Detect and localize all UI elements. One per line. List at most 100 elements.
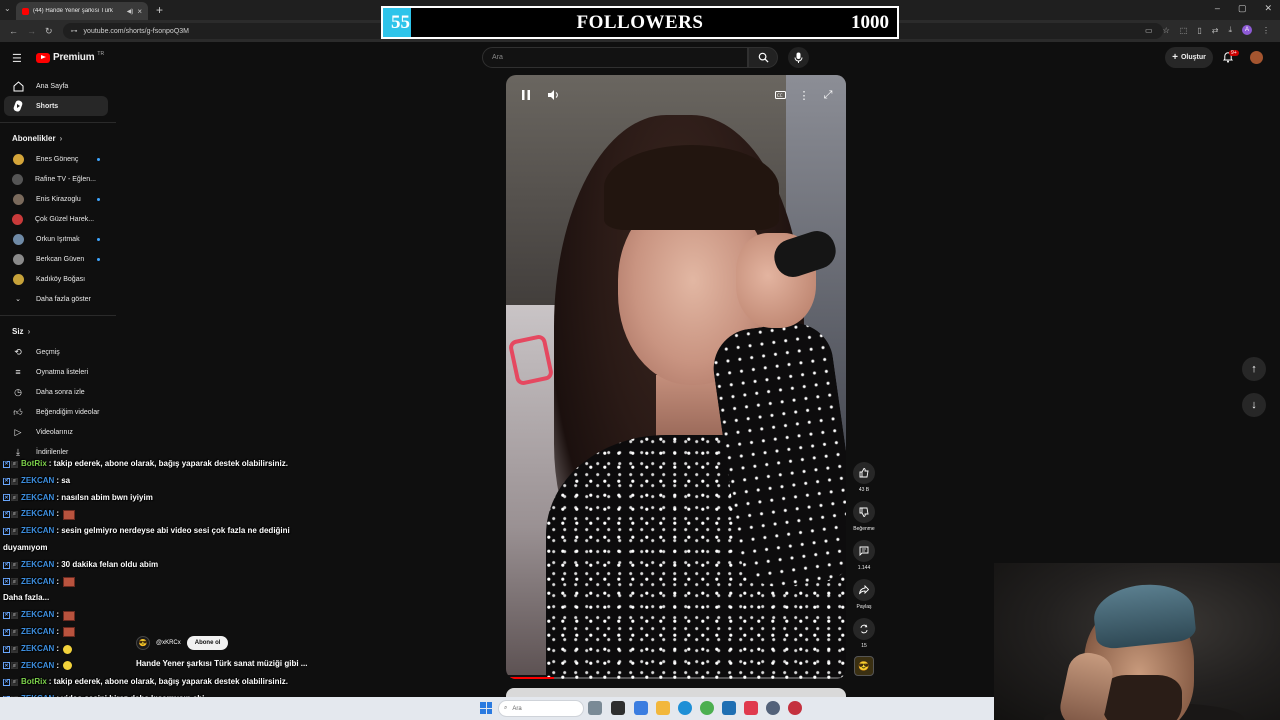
site-info-icon[interactable]: ⊶ [71, 27, 78, 35]
voice-search-button[interactable] [788, 47, 809, 68]
sidebar-item-watch-later[interactable]: ◷ Daha sonra izle [0, 382, 116, 402]
back-icon[interactable]: ← [9, 26, 18, 36]
tab-manager-icon[interactable]: ⇄ [1212, 26, 1219, 35]
share-action[interactable]: Paylaş [851, 579, 877, 610]
remix-count: 15 [861, 643, 867, 649]
subscriber-badge-icon: ≡ [11, 612, 18, 620]
windows-start-icon[interactable] [480, 702, 492, 714]
sidebar-icon[interactable]: ▯ [1197, 26, 1201, 35]
menu-kebab-icon[interactable]: ⋮ [1262, 26, 1270, 35]
share-icon[interactable] [853, 579, 875, 601]
sidebar-subscription-item[interactable]: Enes Gönenç [0, 149, 116, 169]
pause-icon[interactable] [516, 87, 536, 103]
remix-icon[interactable] [853, 618, 875, 640]
downloads-icon[interactable]: ⤓ [1228, 25, 1232, 35]
chat-text: : takip ederek, abone olarak, bağış yapa… [48, 677, 288, 687]
show-more-button[interactable]: ⌄ Daha fazla göster [0, 289, 116, 309]
window-controls: – ▢ ✕ [1215, 3, 1272, 14]
taskbar-app-icon[interactable] [722, 701, 736, 715]
youtube-logo[interactable]: Premium TR [36, 51, 104, 63]
sound-thumbnail[interactable]: 😎 [854, 656, 874, 676]
task-view-icon[interactable] [611, 701, 625, 715]
subscription-label: Kadıköy Boğası [36, 275, 86, 283]
search-button[interactable] [748, 47, 778, 68]
obs-icon[interactable] [766, 701, 780, 715]
sidebar-item-history[interactable]: ⟲ Geçmiş [0, 342, 116, 362]
sidebar-subscription-item[interactable]: Orkun Işıtmak [0, 229, 116, 249]
taskbar-app-icon[interactable] [588, 701, 602, 715]
liked-icon: 👍︎ [13, 406, 23, 417]
chat-message: duyamıyom [0, 540, 350, 557]
youtube-play-icon [36, 52, 50, 63]
new-tab-icon[interactable]: + [156, 3, 163, 17]
kick-badge-icon: ✕ [3, 511, 10, 519]
previous-short-button[interactable]: ↑ [1242, 357, 1266, 381]
sidebar-item-playlists[interactable]: ≡ Oynatma listeleri [0, 362, 116, 382]
channel-avatar[interactable]: 😎 [136, 636, 150, 650]
subscriber-badge-icon: ≡ [11, 477, 18, 485]
video-progress-bar[interactable] [506, 677, 846, 679]
short-title[interactable]: Hande Yener şarkısı Türk sanat müziği gi… [136, 659, 307, 668]
create-button[interactable]: + Oluştur [1165, 47, 1213, 68]
sidebar-item-your-videos[interactable]: ▷ Videolarınız [0, 422, 116, 442]
tab-search-icon[interactable]: ⌄ [4, 4, 11, 13]
sound-action[interactable]: 😎 [851, 656, 877, 676]
next-short-button[interactable]: ↓ [1242, 393, 1266, 417]
edge-icon[interactable] [678, 701, 692, 715]
shorts-video-player[interactable]: CC ⋮ ⤢ [506, 75, 846, 679]
sidebar-item-liked[interactable]: 👍︎ Beğendiğim videolar [0, 402, 116, 422]
sidebar-subscription-item[interactable]: Çok Güzel Harek... [0, 209, 116, 229]
dislike-action[interactable]: Beğenme [851, 501, 877, 532]
chat-badges: ✕≡ [3, 494, 18, 502]
remix-action[interactable]: 15 [851, 618, 877, 649]
reload-icon[interactable]: ↻ [45, 26, 53, 37]
search-input[interactable]: Ara [482, 47, 748, 68]
tab-audio-icon[interactable]: ◀) [127, 8, 134, 15]
like-icon[interactable] [853, 462, 875, 484]
kick-badge-icon: ✕ [3, 561, 10, 569]
captions-icon[interactable]: CC [770, 87, 790, 103]
sidebar-item-shorts[interactable]: Shorts [4, 96, 108, 116]
more-options-icon[interactable]: ⋮ [794, 87, 814, 103]
channel-handle[interactable]: @xKRCx [156, 640, 181, 646]
taskbar-search-input[interactable]: ⌕ Ara [498, 700, 584, 717]
profile-avatar[interactable]: A [1242, 25, 1252, 35]
sidebar-subscription-item[interactable]: Rafine TV - Eğlen... [0, 169, 116, 189]
subscribe-button[interactable]: Abone ol [186, 636, 229, 650]
search-icon [758, 52, 769, 63]
sidebar-subscription-item[interactable]: Kadıköy Boğası [0, 269, 116, 289]
file-explorer-icon[interactable] [656, 701, 670, 715]
history-icon: ⟲ [14, 346, 22, 357]
cast-icon[interactable]: ▭ [1145, 26, 1153, 35]
you-header[interactable]: Siz › [0, 320, 116, 342]
sidebar-item-home[interactable]: Ana Sayfa [0, 76, 116, 96]
minimize-icon[interactable]: – [1215, 3, 1220, 14]
taskbar-app-icon[interactable] [744, 701, 758, 715]
sidebar-subscription-item[interactable]: Berkcan Güven [0, 249, 116, 269]
account-avatar[interactable] [1250, 51, 1263, 64]
taskbar-app-icon[interactable] [788, 701, 802, 715]
like-action[interactable]: 43 B [851, 462, 877, 493]
tab-close-icon[interactable]: × [137, 7, 142, 16]
close-window-icon[interactable]: ✕ [1264, 3, 1272, 14]
video-progress-fill [506, 677, 554, 679]
sidebar-subscription-item[interactable]: Enis Kirazoglu [0, 189, 116, 209]
bookmark-star-icon[interactable]: ☆ [1163, 26, 1170, 35]
taskbar-app-icon[interactable] [634, 701, 648, 715]
extension-icon[interactable]: ⬚ [1180, 26, 1188, 35]
comments-action[interactable]: 1.144 [851, 540, 877, 571]
volume-icon[interactable] [544, 87, 564, 103]
chat-text: : [56, 660, 60, 670]
dislike-icon[interactable] [853, 501, 875, 523]
browser-tab[interactable]: (44) Hande Yener şarkısı Türk ◀) × [16, 2, 148, 20]
chrome-icon[interactable] [700, 701, 714, 715]
subscriptions-header[interactable]: Abonelikler › [0, 127, 116, 149]
fullscreen-icon[interactable]: ⤢ [818, 87, 838, 103]
chat-text: : nasılsn abim bwn iyiyim [56, 492, 153, 502]
comments-icon[interactable] [853, 540, 875, 562]
maximize-icon[interactable]: ▢ [1238, 3, 1247, 14]
chat-badges: ✕≡ [3, 477, 18, 485]
menu-hamburger-icon[interactable]: ☰ [12, 52, 22, 65]
forward-icon[interactable]: → [27, 26, 36, 36]
chat-text: duyamıyom [3, 542, 48, 552]
